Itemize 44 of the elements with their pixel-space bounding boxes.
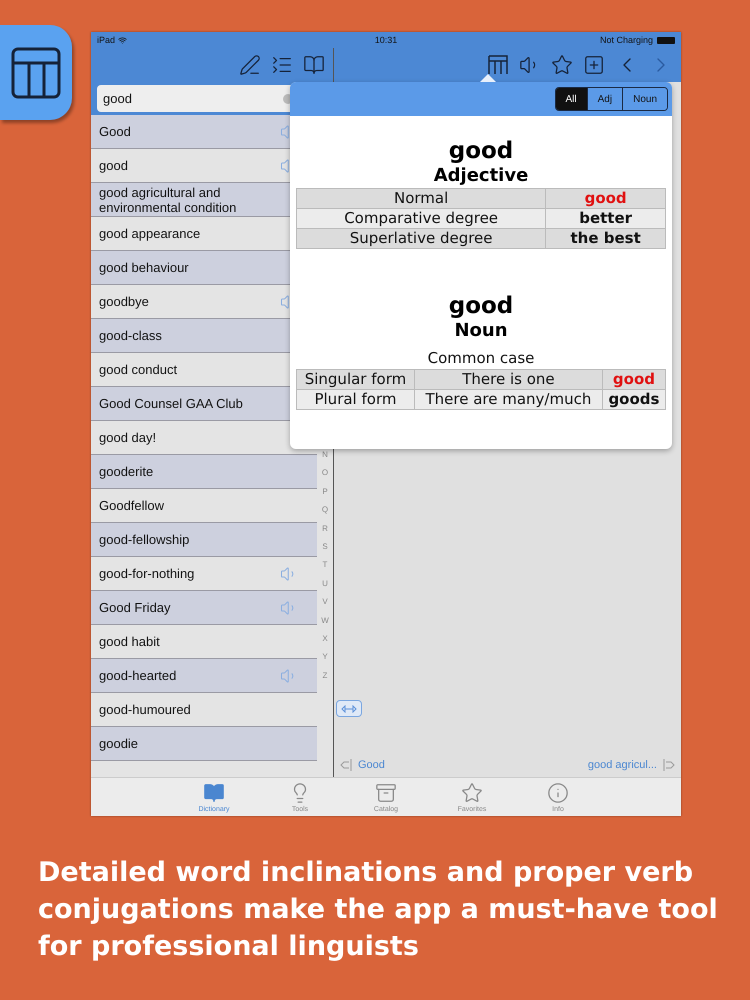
caption: Detailed word inclinations and proper verb conjugations make the app a must-have tool for professional linguists	[38, 856, 719, 964]
filter-segment[interactable]: Noun	[622, 88, 667, 110]
star-icon[interactable]	[551, 54, 573, 76]
info-icon	[547, 782, 569, 804]
case-label: Common case	[428, 348, 534, 369]
table-cell: Singular form	[296, 370, 414, 390]
word-row[interactable]: good-fellowship	[91, 523, 317, 557]
table-cell: Plural form	[296, 390, 414, 410]
device-name: iPad	[97, 35, 116, 45]
word-form-cell: goods	[602, 390, 666, 410]
add-card-icon[interactable]	[583, 54, 605, 76]
book-icon[interactable]	[303, 54, 325, 76]
next-icon[interactable]	[663, 758, 675, 772]
splitter-handle[interactable]	[336, 700, 362, 717]
word-form-cell: the best	[546, 228, 666, 248]
word-row[interactable]: good-hearted	[91, 659, 317, 693]
history-list-icon[interactable]	[271, 54, 293, 76]
wifi-icon	[118, 36, 128, 44]
table-cell: Superlative degree	[296, 228, 546, 248]
word-row[interactable]: Good Friday	[91, 591, 317, 625]
word-row[interactable]: gooderite	[91, 455, 317, 489]
headword: good	[448, 138, 514, 164]
part-of-speech: Adjective	[434, 164, 528, 188]
clock: 10:31	[374, 35, 398, 45]
word-form-cell: good	[602, 370, 666, 390]
handwriting-icon[interactable]	[239, 54, 261, 76]
previous-icon[interactable]	[340, 758, 352, 772]
word-form-cell: better	[546, 208, 666, 228]
table-layout-icon[interactable]	[487, 54, 509, 76]
word-form-cell: good	[546, 188, 666, 208]
word-row[interactable]: goodie	[91, 727, 317, 761]
headword: good	[448, 293, 514, 319]
table-layout-icon	[11, 46, 61, 98]
table-cell: There is one	[414, 370, 602, 390]
part-of-speech: Noun	[454, 319, 508, 343]
table-cell: There are many/much	[414, 390, 602, 410]
battery-icon	[657, 36, 675, 44]
table-cell: Normal	[296, 188, 546, 208]
table-cell: Comparative degree	[296, 208, 546, 228]
charging-status: Not Charging	[600, 35, 653, 45]
star-icon	[461, 782, 483, 804]
filter-segment[interactable]: All	[556, 88, 587, 110]
cabinet-icon	[375, 782, 397, 804]
book-icon	[203, 782, 225, 804]
